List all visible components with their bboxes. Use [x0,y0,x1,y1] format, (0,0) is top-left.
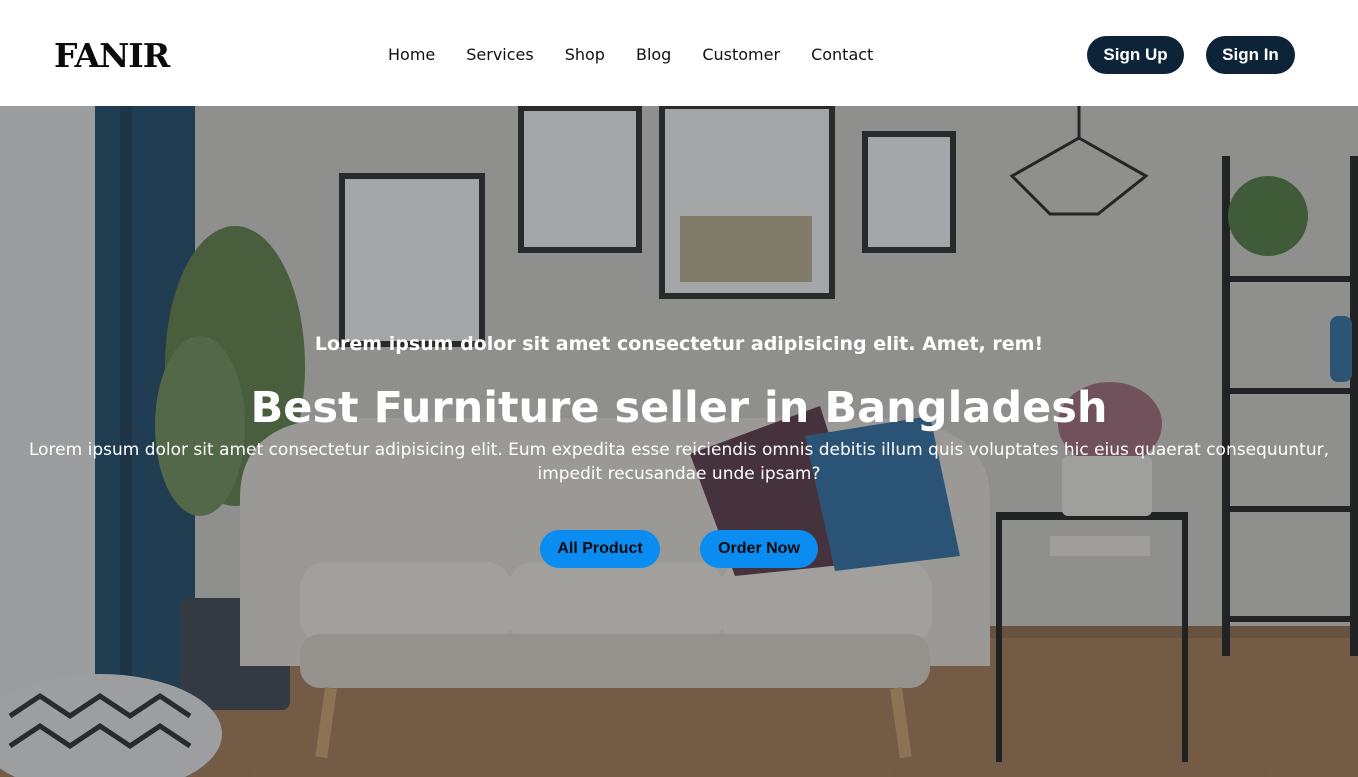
hero-tagline: Lorem ipsum dolor sit amet consectetur a… [314,333,1044,355]
order-now-button[interactable]: Order Now [700,530,818,568]
nav-item-customer[interactable]: Customer [702,43,780,67]
nav-item-home[interactable]: Home [388,43,435,67]
hero-section: Lorem ipsum dolor sit amet consectetur a… [0,106,1358,777]
nav-item-blog[interactable]: Blog [636,43,671,67]
hero-content: Lorem ipsum dolor sit amet consectetur a… [0,106,1358,777]
all-product-button[interactable]: All Product [540,530,660,568]
brand-logo[interactable]: FANIR [54,36,170,76]
sign-up-button[interactable]: Sign Up [1087,36,1184,74]
nav-item-shop[interactable]: Shop [565,43,605,67]
site-header: FANIR Home Services Shop Blog Customer C… [0,0,1358,106]
nav-item-services[interactable]: Services [466,43,533,67]
sign-in-button[interactable]: Sign In [1206,36,1295,74]
hero-description: Lorem ipsum dolor sit amet consectetur a… [28,440,1329,484]
main-nav: Home Services Shop Blog Customer Contact [388,43,873,67]
hero-title: Best Furniture seller in Bangladesh [250,383,1108,433]
nav-item-contact[interactable]: Contact [811,43,873,67]
